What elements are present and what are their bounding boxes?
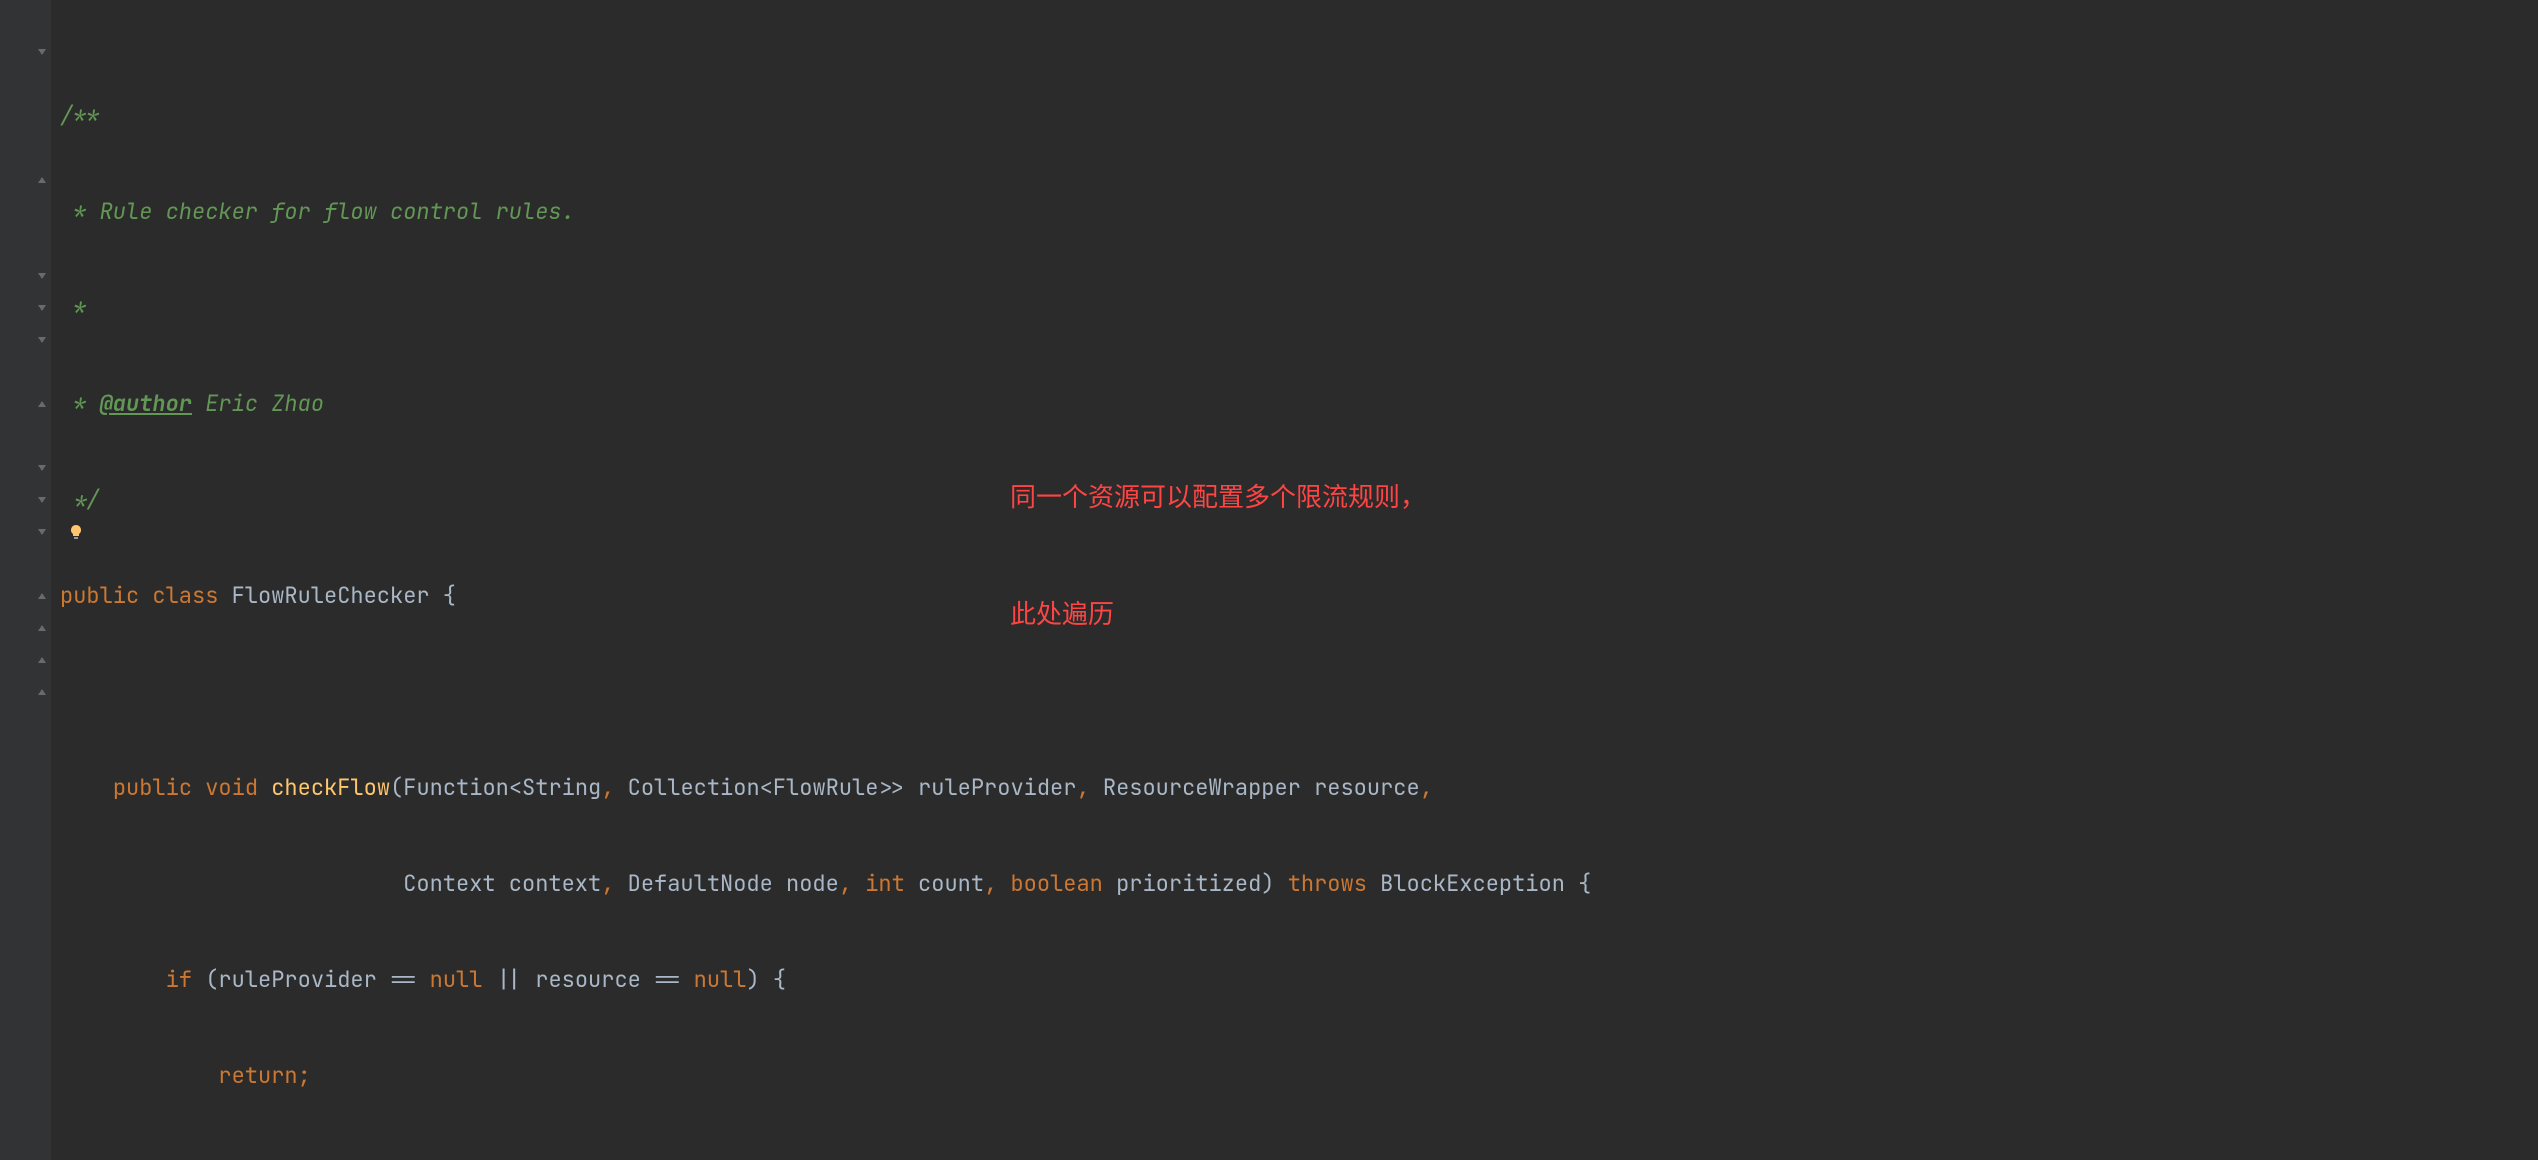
kw: public: [60, 580, 152, 612]
fold-end-icon[interactable]: [34, 676, 50, 708]
intention-bulb-icon[interactable]: [64, 516, 88, 548]
code-line[interactable]: * Rule checker for flow control rules.: [60, 196, 2538, 228]
annotation-line: 此处遍历: [1010, 595, 1426, 634]
method-name: checkFlow: [271, 772, 390, 804]
sig: prioritized): [1116, 868, 1288, 900]
kw: throws: [1288, 868, 1380, 900]
fold-toggle-icon[interactable]: [34, 516, 50, 548]
code-line[interactable]: public void checkFlow(Function<String, C…: [60, 772, 2538, 804]
code-area[interactable]: /** * Rule checker for flow control rule…: [52, 0, 2538, 1160]
code-line[interactable]: }: [60, 1156, 2538, 1160]
code-editor[interactable]: /** * Rule checker for flow control rule…: [0, 0, 2538, 1160]
comment-text: * Rule checker for flow control rules.: [60, 196, 575, 228]
comment-text: Eric Zhao: [192, 388, 324, 420]
javadoc-tag: @author: [100, 388, 192, 420]
fold-toggle-icon[interactable]: [34, 324, 50, 356]
kw: class: [152, 580, 231, 612]
comma: ,: [839, 868, 865, 900]
fold-end-icon[interactable]: [34, 612, 50, 644]
kw: void: [205, 772, 271, 804]
indent: [60, 772, 113, 804]
indent: [60, 868, 403, 900]
comment-text: */: [60, 484, 100, 516]
fold-toggle-icon[interactable]: [34, 452, 50, 484]
kw: null: [430, 964, 496, 996]
fold-toggle-icon[interactable]: [34, 292, 50, 324]
fold-toggle-icon[interactable]: [34, 484, 50, 516]
comma: ,: [601, 772, 627, 804]
sig: Context context: [403, 868, 601, 900]
code-line[interactable]: Context context, DefaultNode node, int c…: [60, 868, 2538, 900]
comment-text: *: [60, 388, 100, 420]
sig: Collection<FlowRule>> ruleProvider: [628, 772, 1077, 804]
comma: ,: [601, 868, 627, 900]
brace: }: [166, 1156, 179, 1160]
fold-end-icon[interactable]: [34, 388, 50, 420]
indent: [60, 1156, 166, 1160]
code-line[interactable]: return;: [60, 1060, 2538, 1092]
expr: ) {: [746, 964, 786, 996]
class-name: FlowRuleChecker {: [232, 580, 456, 612]
indent: [60, 1060, 218, 1092]
expr: || resource ==: [496, 964, 694, 996]
fold-end-icon[interactable]: [34, 164, 50, 196]
comma: ,: [1076, 772, 1102, 804]
kw: int: [865, 868, 918, 900]
sig: count: [918, 868, 984, 900]
code-line[interactable]: /**: [60, 100, 2538, 132]
annotation-line: 同一个资源可以配置多个限流规则，: [1010, 478, 1426, 517]
kw: boolean: [1010, 868, 1116, 900]
expr: (ruleProvider ==: [205, 964, 429, 996]
fold-toggle-icon[interactable]: [34, 260, 50, 292]
sig: (Function<String: [390, 772, 601, 804]
indent: [60, 964, 166, 996]
user-annotation: 同一个资源可以配置多个限流规则， 此处遍历: [1010, 400, 1426, 712]
comment-text: /**: [60, 100, 100, 132]
code-line[interactable]: if (ruleProvider == null || resource == …: [60, 964, 2538, 996]
kw: null: [694, 964, 747, 996]
code-line[interactable]: *: [60, 292, 2538, 324]
comma: ,: [984, 868, 1010, 900]
sig: DefaultNode node: [628, 868, 839, 900]
fold-toggle-icon[interactable]: [34, 36, 50, 68]
kw: if: [166, 964, 206, 996]
editor-gutter: [0, 0, 52, 1160]
kw: return;: [218, 1060, 310, 1092]
fold-end-icon[interactable]: [34, 580, 50, 612]
comma: ,: [1420, 772, 1433, 804]
sig: ResourceWrapper resource: [1103, 772, 1420, 804]
fold-end-icon[interactable]: [34, 644, 50, 676]
sig: BlockException {: [1380, 868, 1591, 900]
comment-text: *: [60, 292, 86, 324]
kw: public: [113, 772, 205, 804]
